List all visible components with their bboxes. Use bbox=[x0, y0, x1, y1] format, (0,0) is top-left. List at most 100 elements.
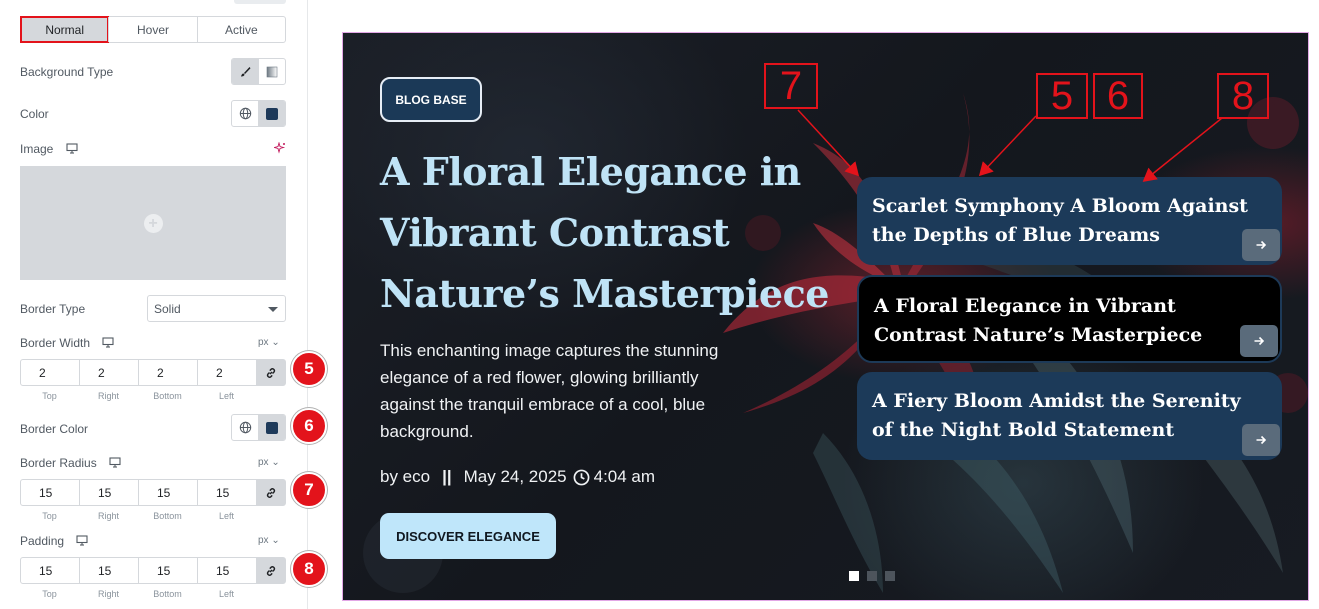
border-width-bottom[interactable]: 2 bbox=[139, 360, 198, 385]
annotation-box-6: 6 bbox=[1093, 73, 1143, 119]
blog-slider-preview: BLOG BASE A Floral Elegance in Vibrant C… bbox=[342, 32, 1309, 601]
global-color-button[interactable] bbox=[232, 415, 258, 440]
arrow-button[interactable] bbox=[1242, 229, 1280, 261]
label-right: Right bbox=[97, 391, 119, 401]
color-swatch bbox=[266, 107, 278, 120]
arrow-right-icon bbox=[1256, 240, 1267, 250]
unit-selector[interactable]: px ⌄ bbox=[258, 535, 280, 546]
border-type-label: Border Type bbox=[20, 302, 86, 316]
label-bottom: Bottom bbox=[153, 391, 182, 401]
screen: Normal Hover Active Background Type Colo… bbox=[0, 0, 1319, 609]
globe-icon bbox=[239, 421, 251, 434]
pagination-dot-3[interactable] bbox=[885, 571, 895, 581]
step-badge-6: 6 bbox=[291, 408, 327, 444]
border-radius-bottom[interactable]: 15 bbox=[139, 480, 198, 505]
label-top: Top bbox=[42, 511, 57, 521]
slider-pagination bbox=[849, 571, 895, 581]
link-icon bbox=[266, 487, 276, 498]
border-radius-inputs: 15 15 15 15 bbox=[20, 479, 286, 506]
border-color-control bbox=[231, 414, 286, 441]
image-picker[interactable]: + bbox=[20, 166, 286, 280]
padding-right[interactable]: 15 bbox=[80, 558, 139, 583]
padding-bottom[interactable]: 15 bbox=[139, 558, 198, 583]
tab-hover[interactable]: Hover bbox=[108, 17, 196, 42]
border-color-label: Border Color bbox=[20, 422, 89, 436]
clock-icon bbox=[573, 469, 590, 485]
post-card-title: Scarlet Symphony A Bloom Against the Dep… bbox=[872, 195, 1248, 246]
link-values-button[interactable] bbox=[257, 480, 285, 505]
link-values-button[interactable] bbox=[257, 558, 285, 583]
label-bottom: Bottom bbox=[153, 589, 182, 599]
unit-selector[interactable]: px ⌄ bbox=[258, 457, 280, 468]
border-radius-left[interactable]: 15 bbox=[198, 480, 257, 505]
label-top: Top bbox=[42, 391, 57, 401]
label-left: Left bbox=[218, 391, 234, 401]
border-radius-label: Border Radius bbox=[20, 456, 121, 470]
side-labels: Top Right Bottom Left bbox=[20, 511, 256, 521]
globe-icon bbox=[239, 107, 251, 120]
style-settings-panel: Normal Hover Active Background Type Colo… bbox=[0, 0, 308, 609]
annotation-box-8: 8 bbox=[1217, 73, 1269, 119]
desktop-icon[interactable] bbox=[76, 535, 88, 546]
link-icon bbox=[266, 367, 276, 378]
gradient-button[interactable] bbox=[258, 59, 285, 84]
post-date: May 24, 2025 bbox=[463, 467, 567, 486]
padding-inputs: 15 15 15 15 bbox=[20, 557, 286, 584]
classic-brush-button[interactable] bbox=[232, 59, 258, 84]
side-labels: Top Right Bottom Left bbox=[20, 391, 256, 401]
post-card[interactable]: Scarlet Symphony A Bloom Against the Dep… bbox=[857, 177, 1282, 265]
desktop-icon[interactable] bbox=[109, 457, 121, 468]
link-values-button[interactable] bbox=[257, 360, 285, 385]
background-type-label: Background Type bbox=[20, 65, 114, 79]
border-radius-top[interactable]: 15 bbox=[21, 480, 80, 505]
label-left: Left bbox=[218, 589, 234, 599]
panel-top-control bbox=[234, 0, 286, 4]
color-swatch bbox=[266, 421, 278, 434]
discover-button[interactable]: DISCOVER ELEGANCE bbox=[380, 513, 556, 559]
border-width-label: Border Width bbox=[20, 336, 114, 350]
color-swatch-button[interactable] bbox=[258, 101, 285, 126]
step-badge-5: 5 bbox=[291, 351, 327, 387]
gradient-icon bbox=[266, 66, 278, 77]
padding-label: Padding bbox=[20, 534, 88, 548]
post-meta: by eco || May 24, 2025 4:04 am bbox=[380, 467, 655, 487]
arrow-button[interactable] bbox=[1240, 325, 1278, 357]
step-badge-8: 8 bbox=[291, 551, 327, 587]
post-card-title: A Floral Elegance in Vibrant Contrast Na… bbox=[874, 295, 1203, 346]
image-label: Image bbox=[20, 142, 78, 156]
post-excerpt: This enchanting image captures the stunn… bbox=[380, 341, 719, 441]
link-icon bbox=[266, 565, 276, 576]
background-type-toggle bbox=[231, 58, 286, 85]
desktop-icon[interactable] bbox=[66, 143, 78, 154]
label-right: Right bbox=[97, 511, 119, 521]
post-card[interactable]: A Fiery Bloom Amidst the Serenity of the… bbox=[857, 372, 1282, 460]
annotation-box-7: 7 bbox=[764, 63, 818, 109]
post-title[interactable]: A Floral Elegance in Vibrant Contrast Na… bbox=[380, 141, 830, 324]
label-top: Top bbox=[42, 589, 57, 599]
arrow-button[interactable] bbox=[1242, 424, 1280, 456]
border-width-top[interactable]: 2 bbox=[21, 360, 80, 385]
desktop-icon[interactable] bbox=[102, 337, 114, 348]
color-swatch-button[interactable] bbox=[258, 415, 285, 440]
ai-sparkle-icon[interactable] bbox=[274, 142, 286, 154]
border-width-right[interactable]: 2 bbox=[80, 360, 139, 385]
border-radius-right[interactable]: 15 bbox=[80, 480, 139, 505]
post-author[interactable]: by eco bbox=[380, 467, 430, 487]
unit-selector[interactable]: px ⌄ bbox=[258, 337, 280, 348]
padding-left[interactable]: 15 bbox=[198, 558, 257, 583]
padding-top[interactable]: 15 bbox=[21, 558, 80, 583]
tab-active[interactable]: Active bbox=[196, 17, 285, 42]
global-color-button[interactable] bbox=[232, 101, 258, 126]
brush-icon bbox=[241, 66, 251, 76]
pagination-dot-1[interactable] bbox=[849, 571, 859, 581]
add-image-icon: + bbox=[143, 213, 163, 233]
category-badge[interactable]: BLOG BASE bbox=[380, 77, 482, 122]
color-label: Color bbox=[20, 107, 49, 121]
border-width-left[interactable]: 2 bbox=[198, 360, 257, 385]
tab-normal[interactable]: Normal bbox=[19, 16, 110, 43]
post-time: 4:04 am bbox=[593, 467, 656, 486]
post-card-active[interactable]: A Floral Elegance in Vibrant Contrast Na… bbox=[857, 275, 1282, 363]
arrow-right-icon bbox=[1254, 336, 1265, 346]
pagination-dot-2[interactable] bbox=[867, 571, 877, 581]
border-type-select[interactable]: Solid bbox=[147, 295, 286, 322]
